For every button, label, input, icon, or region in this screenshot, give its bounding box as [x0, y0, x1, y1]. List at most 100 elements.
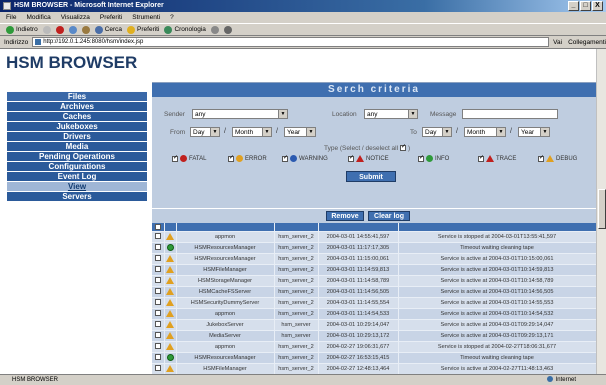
go-button[interactable]: Vai: [553, 39, 562, 46]
location-select[interactable]: any ▼: [364, 109, 418, 119]
info-icon: [166, 244, 174, 251]
address-input[interactable]: http://192.0.1.245:8080/hsm/index.jsp: [32, 37, 550, 47]
clear-log-button[interactable]: Clear log: [368, 211, 410, 221]
scrollbar-thumb[interactable]: [598, 189, 606, 229]
message-input[interactable]: [462, 109, 558, 119]
table-row: HSMSecurityDummyServer hsm_server_2 2004-0…: [152, 297, 596, 309]
stop-button[interactable]: [55, 25, 64, 34]
stop-icon: [55, 25, 64, 34]
cell-time: 2004-03-01 10:29:14,047: [318, 319, 399, 331]
sender-value: any: [195, 111, 206, 118]
row-checkbox[interactable]: [154, 266, 161, 273]
type-error[interactable]: ERROR: [228, 154, 267, 162]
info-icon: [166, 354, 174, 361]
debug-checkbox[interactable]: [538, 154, 544, 162]
nav-item-caches[interactable]: Caches: [7, 112, 147, 122]
refresh-button[interactable]: [68, 25, 77, 34]
severity-cell: [164, 286, 177, 298]
sender-select[interactable]: any ▼: [192, 109, 288, 119]
remove-button[interactable]: Remove: [326, 211, 364, 221]
to-year-select[interactable]: Year ▼: [518, 127, 550, 137]
warning-checkbox[interactable]: [282, 154, 288, 162]
cell-message: Service is active at 2004-03-01T09:29:13…: [398, 330, 596, 342]
row-checkbox-cell: [152, 352, 165, 364]
severity-cell: [164, 352, 177, 364]
title-bar: HSM BROWSER - Microsoft Internet Explore…: [0, 0, 606, 12]
nav-item-files[interactable]: Files: [7, 92, 147, 102]
type-fatal[interactable]: FATAL: [172, 154, 206, 162]
type-notice[interactable]: NOTICE: [348, 154, 389, 162]
search-button[interactable]: Cerca: [94, 25, 122, 34]
cell-time: 2004-03-01 11:15:00,061: [318, 253, 399, 265]
notice-checkbox[interactable]: [348, 154, 354, 162]
from-day-select[interactable]: Day ▼: [190, 127, 220, 137]
nav-item-event-log[interactable]: Event Log: [7, 172, 147, 182]
nav-item-media[interactable]: Media: [7, 142, 147, 152]
vertical-scrollbar[interactable]: [596, 49, 606, 374]
links-button[interactable]: Collegamenti: [568, 39, 606, 46]
row-checkbox[interactable]: [154, 354, 161, 361]
type-label: Type (Select / deselect all: [324, 145, 399, 152]
row-checkbox[interactable]: [154, 343, 161, 350]
cell-sender: HSMResourcesManager: [176, 253, 275, 265]
row-checkbox[interactable]: [154, 277, 161, 284]
type-warning[interactable]: WARNING: [282, 154, 328, 162]
type-filter-row: FATAL ERROR WARNING NOTICE INFO TRACE DE…: [152, 154, 596, 167]
type-info[interactable]: INFO: [418, 154, 449, 162]
row-checkbox[interactable]: [154, 310, 161, 317]
mail-button[interactable]: [210, 25, 219, 34]
row-checkbox[interactable]: [154, 365, 161, 372]
nav-item-servers[interactable]: Servers: [7, 192, 147, 202]
from-year-value: Year: [287, 129, 301, 136]
select-all-rows-checkbox[interactable]: [154, 223, 161, 230]
to-month-select[interactable]: Month ▼: [464, 127, 506, 137]
nav-item-jukeboxes[interactable]: Jukeboxes: [7, 122, 147, 132]
row-checkbox[interactable]: [154, 321, 161, 328]
trace-checkbox[interactable]: [478, 154, 484, 162]
row-checkbox[interactable]: [154, 233, 161, 240]
row-checkbox[interactable]: [154, 288, 161, 295]
select-all-checkbox[interactable]: [400, 143, 406, 151]
cell-location: hsm_server_2: [274, 242, 319, 254]
fatal-checkbox[interactable]: [172, 154, 178, 162]
back-button[interactable]: Indietro: [6, 25, 38, 34]
minimize-button[interactable]: _: [568, 1, 579, 11]
row-checkbox[interactable]: [154, 332, 161, 339]
menu-help[interactable]: ?: [170, 12, 174, 23]
row-checkbox[interactable]: [154, 255, 161, 262]
menu-file[interactable]: File: [6, 12, 16, 23]
from-month-select[interactable]: Month ▼: [232, 127, 272, 137]
history-button[interactable]: Cronologia: [164, 25, 206, 34]
row-checkbox[interactable]: [154, 299, 161, 306]
date-separator: /: [456, 128, 458, 135]
home-button[interactable]: [81, 25, 90, 34]
nav-item-pending-operations[interactable]: Pending Operations: [7, 152, 147, 162]
history-icon: [164, 25, 173, 34]
maximize-button[interactable]: □: [580, 1, 591, 11]
warning-icon: [166, 343, 174, 350]
type-trace[interactable]: TRACE: [478, 154, 516, 162]
nav-item-drivers[interactable]: Drivers: [7, 132, 147, 142]
menu-preferiti[interactable]: Preferiti: [100, 12, 122, 23]
nav-item-view[interactable]: View: [7, 182, 147, 192]
print-button[interactable]: [223, 25, 232, 34]
message-label: Message: [430, 111, 457, 118]
type-debug[interactable]: DEBUG: [538, 154, 577, 162]
forward-button[interactable]: [42, 25, 51, 34]
menu-visualizza[interactable]: Visualizza: [61, 12, 90, 23]
cell-message: Service is active at 2004-03-01T10:14:56…: [398, 286, 596, 298]
chevron-down-icon: ▼: [306, 128, 315, 136]
close-button[interactable]: X: [592, 1, 603, 11]
error-checkbox[interactable]: [228, 154, 234, 162]
from-year-select[interactable]: Year ▼: [284, 127, 316, 137]
submit-button[interactable]: Submit: [346, 171, 396, 182]
cell-time: 2004-03-01 10:29:13,172: [318, 330, 399, 342]
row-checkbox[interactable]: [154, 244, 161, 251]
menu-strumenti[interactable]: Strumenti: [132, 12, 160, 23]
info-checkbox[interactable]: [418, 154, 424, 162]
nav-item-archives[interactable]: Archives: [7, 102, 147, 112]
to-day-select[interactable]: Day ▼: [422, 127, 452, 137]
menu-modifica[interactable]: Modifica: [26, 12, 50, 23]
nav-item-configurations[interactable]: Configurations: [7, 162, 147, 172]
favorites-button[interactable]: Preferiti: [127, 25, 159, 34]
